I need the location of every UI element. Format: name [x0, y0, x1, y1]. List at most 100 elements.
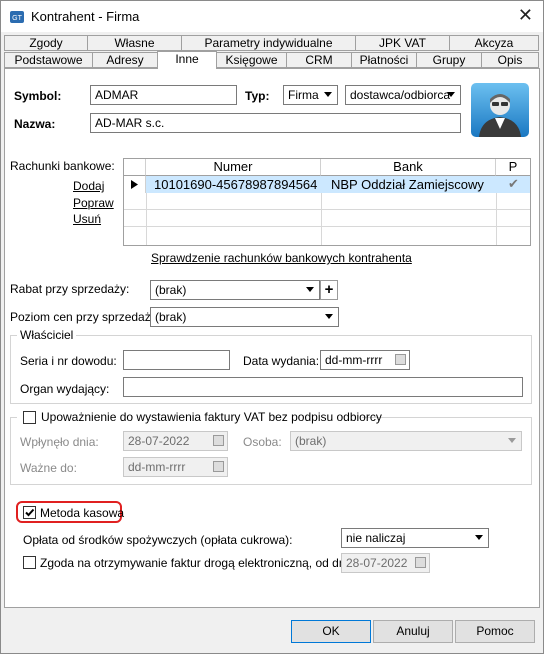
metoda-label: Metoda kasowa — [40, 506, 125, 520]
authorization-label: Upoważnienie do wystawienia faktury VAT … — [41, 410, 382, 424]
rabat-label: Rabat przy sprzedaży: — [10, 282, 130, 296]
table-header-bank[interactable]: Bank — [321, 159, 496, 176]
tab-inne[interactable]: Inne — [157, 51, 217, 69]
chevron-down-icon — [508, 438, 516, 443]
avatar-icon[interactable] — [471, 83, 529, 137]
row-numer: 10101690-45678987894564 — [154, 177, 318, 192]
seria-field[interactable] — [123, 350, 230, 370]
chevron-down-icon — [324, 92, 332, 97]
owner-group-title: Właściciel — [17, 328, 77, 342]
symbol-field[interactable]: ADMAR — [90, 85, 237, 105]
data-wydania-value: dd-mm-rrrr — [325, 353, 383, 367]
typ-select-value: Firma — [288, 88, 319, 102]
tab-parametry[interactable]: Parametry indywidualne — [181, 35, 356, 51]
data-wydania-label: Data wydania: — [243, 354, 320, 368]
data-wydania-field[interactable]: dd-mm-rrrr — [320, 350, 410, 370]
tab-zgody[interactable]: Zgody — [4, 35, 88, 51]
zgoda-date-field: 28-07-2022 — [341, 553, 430, 573]
tab-podstawowe[interactable]: Podstawowe — [4, 52, 93, 68]
chevron-down-icon — [475, 535, 483, 540]
chevron-down-icon — [306, 287, 314, 292]
osoba-select: (brak) — [290, 431, 522, 451]
svg-text:GT: GT — [12, 15, 22, 22]
seria-label: Seria i nr dowodu: — [20, 354, 117, 368]
app-icon: GT — [10, 11, 24, 23]
wplynelo-field: 28-07-2022 — [123, 431, 228, 451]
oplata-value: nie naliczaj — [346, 531, 406, 545]
dialog-window: GT Kontrahent - Firma ✕ Zgody Własne Par… — [0, 0, 544, 654]
checkmark-icon — [25, 508, 35, 517]
table-header-numer-label: Numer — [213, 159, 253, 174]
osoba-label: Osoba: — [243, 435, 282, 449]
row-indicator — [124, 176, 146, 193]
authorization-checkbox[interactable] — [23, 411, 36, 424]
ok-button[interactable]: OK — [291, 620, 371, 643]
table-row[interactable]: 10101690-45678987894564 NBP Oddział Zami… — [146, 176, 530, 193]
grid-line — [146, 193, 147, 245]
calendar-icon — [213, 461, 224, 472]
chevron-down-icon — [447, 92, 455, 97]
typ-select[interactable]: Firma — [283, 85, 338, 105]
poziom-select-value: (brak) — [155, 310, 187, 324]
organ-field[interactable] — [123, 377, 523, 397]
checkmark-icon: ✔ — [508, 176, 519, 191]
tab-panel-inne: Symbol: ADMAR Typ: Firma dostawca/odbior… — [4, 68, 540, 608]
tab-grupy[interactable]: Grupy — [416, 52, 482, 68]
table-header-indicator — [124, 159, 146, 176]
rabat-select[interactable]: (brak) — [150, 280, 320, 300]
rabat-select-value: (brak) — [155, 283, 187, 297]
poziom-label: Poziom cen przy sprzedaży: — [10, 310, 161, 324]
accounts-add-link[interactable]: Dodaj — [73, 179, 104, 193]
nazwa-field[interactable]: AD-MAR s.c. — [90, 113, 461, 133]
calendar-icon — [415, 557, 426, 568]
accounts-table[interactable]: Numer Bank P 10101690-45678987894564 NBP… — [123, 158, 531, 246]
grid-line — [124, 209, 530, 210]
grid-line — [321, 193, 322, 245]
tab-jpk-vat[interactable]: JPK VAT — [355, 35, 450, 51]
authorization-group — [10, 417, 532, 485]
typ2-select-value: dostawca/odbiorca — [350, 88, 451, 102]
tab-ksiegowe[interactable]: Księgowe — [216, 52, 287, 68]
row-pointer-icon — [131, 180, 138, 189]
tab-wlasne[interactable]: Własne — [87, 35, 182, 51]
organ-label: Organ wydający: — [20, 382, 110, 396]
wplynelo-value: 28-07-2022 — [128, 434, 190, 448]
calendar-icon — [213, 435, 224, 446]
accounts-delete-link[interactable]: Usuń — [73, 212, 101, 226]
oplata-select[interactable]: nie naliczaj — [341, 528, 489, 548]
osoba-value: (brak) — [295, 434, 327, 448]
metoda-checkbox[interactable] — [23, 506, 36, 519]
typ2-select[interactable]: dostawca/odbiorca — [345, 85, 461, 105]
wplynelo-label: Wpłynęło dnia: — [20, 435, 99, 449]
cancel-button[interactable]: Anuluj — [373, 620, 453, 643]
close-icon[interactable]: ✕ — [518, 6, 533, 24]
calendar-icon[interactable] — [395, 354, 406, 365]
accounts-edit-link[interactable]: Popraw — [73, 196, 114, 210]
chevron-down-icon — [325, 314, 333, 319]
oplata-label: Opłata od środków spożywczych (opłata cu… — [23, 533, 293, 547]
table-header-numer[interactable]: Numer — [146, 159, 321, 176]
help-button[interactable]: Pomoc — [455, 620, 535, 643]
grid-line — [124, 226, 530, 227]
row-bank: NBP Oddział Zamiejscowy — [331, 177, 484, 192]
table-header-bank-label: Bank — [393, 159, 423, 174]
add-rabat-button[interactable]: + — [320, 280, 338, 300]
table-header-p[interactable]: P — [496, 159, 530, 176]
wazne-field: dd-mm-rrrr — [123, 457, 228, 477]
tab-platnosci[interactable]: Płatności — [351, 52, 417, 68]
check-accounts-link[interactable]: Sprawdzenie rachunków bankowych kontrahe… — [151, 251, 412, 265]
zgoda-date-value: 28-07-2022 — [346, 556, 408, 570]
zgoda-label: Zgoda na otrzymywanie faktur drogą elekt… — [40, 556, 359, 570]
accounts-label: Rachunki bankowe: — [10, 159, 115, 173]
poziom-select[interactable]: (brak) — [150, 307, 339, 327]
tab-crm[interactable]: CRM — [286, 52, 352, 68]
symbol-label: Symbol: — [14, 89, 62, 103]
table-header-p-label: P — [508, 159, 518, 174]
zgoda-checkbox[interactable] — [23, 556, 36, 569]
window-title: Kontrahent - Firma — [31, 9, 140, 24]
tab-akcyza[interactable]: Akcyza — [449, 35, 539, 51]
wazne-value: dd-mm-rrrr — [128, 460, 186, 474]
tab-opis[interactable]: Opis — [481, 52, 539, 68]
tab-adresy[interactable]: Adresy — [92, 52, 158, 68]
typ-label: Typ: — [245, 89, 270, 103]
